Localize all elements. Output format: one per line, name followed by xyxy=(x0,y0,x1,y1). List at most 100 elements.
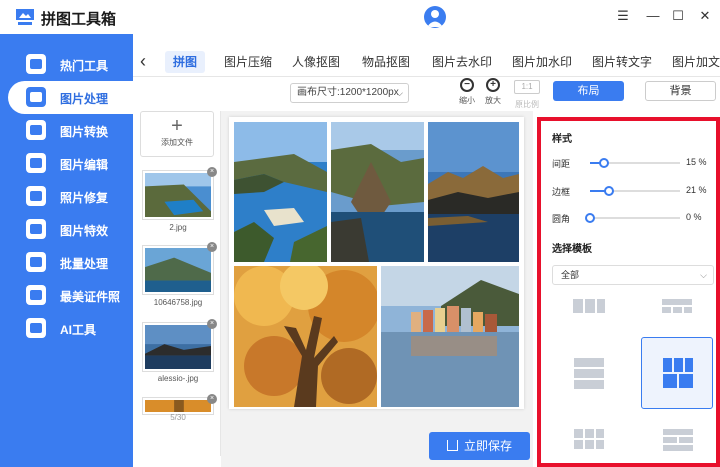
sidebar-item-hot-tools[interactable]: 热门工具 xyxy=(0,48,133,81)
sidebar-item-image-effects[interactable]: 图片特效 xyxy=(0,213,133,246)
template-option-4-selected[interactable] xyxy=(641,337,713,409)
page-total: 30 xyxy=(176,413,186,422)
border-value-number: 21 xyxy=(686,185,697,195)
collage-photo-mountain[interactable] xyxy=(428,122,519,262)
zoom-in-button[interactable]: + 放大 xyxy=(481,78,505,106)
close-icon[interactable]: ✕ xyxy=(697,8,713,24)
border-slider[interactable] xyxy=(590,186,680,196)
corner-radius-slider[interactable] xyxy=(585,213,680,223)
zoom-out-label: 缩小 xyxy=(459,96,475,105)
spacing-label: 间距 xyxy=(552,159,571,169)
canvas-size-select[interactable]: 画布尺寸:1200*1200px ⌵ xyxy=(290,83,409,103)
tab-collage[interactable]: 拼图 xyxy=(165,51,206,73)
template-option-3[interactable] xyxy=(552,337,624,409)
template-title: 选择模板 xyxy=(552,244,592,255)
zoom-out-icon: − xyxy=(460,78,474,92)
tab-add-text[interactable]: 图片加文 xyxy=(672,51,720,73)
autumn-thumbnail-image xyxy=(145,400,211,412)
spacing-value-unit: % xyxy=(698,157,707,167)
background-button[interactable]: 背景 xyxy=(645,81,716,101)
corner-radius-value-unit: % xyxy=(693,212,702,222)
sidebar-item-label: 批量处理 xyxy=(60,257,109,271)
file-thumbnail[interactable]: × xyxy=(142,167,217,220)
collage-photo-autumn-tree[interactable] xyxy=(234,266,377,407)
cliffs-image xyxy=(331,122,424,262)
app-logo-icon xyxy=(16,9,34,25)
style-title: 样式 xyxy=(552,134,572,145)
remove-file-icon[interactable]: × xyxy=(207,167,217,177)
corner-radius-label: 圆角 xyxy=(552,214,571,224)
id-photo-icon xyxy=(26,285,46,305)
spacing-slider-handle[interactable] xyxy=(599,158,609,168)
ai-icon xyxy=(26,318,46,338)
image-effects-icon xyxy=(26,219,46,239)
template-filter-select[interactable]: 全部 ⌵ xyxy=(552,265,714,285)
spacing-value-number: 15 xyxy=(686,157,697,167)
menu-icon[interactable]: ☰ xyxy=(615,8,631,24)
user-avatar[interactable] xyxy=(424,6,446,28)
title-bar: 拼图工具箱 ☰ — ☐ ✕ xyxy=(0,0,720,34)
sidebar-item-label: 图片特效 xyxy=(60,224,109,238)
original-ratio-label: 原比例 xyxy=(515,100,539,109)
template-filter-value: 全部 xyxy=(561,270,580,280)
sidebar-item-ai-tools[interactable]: AI工具 xyxy=(0,312,133,345)
tab-divider xyxy=(133,76,720,77)
sidebar-item-id-photo[interactable]: 最美证件照 xyxy=(0,279,133,312)
plus-icon: + xyxy=(171,115,183,137)
file-name: alessio-.jpg xyxy=(157,374,199,383)
tab-image-to-text[interactable]: 图片转文字 xyxy=(592,51,652,73)
photo-repair-icon xyxy=(26,186,46,206)
remove-file-icon[interactable]: × xyxy=(207,394,217,404)
tab-portrait-cutout[interactable]: 人像抠图 xyxy=(292,51,340,73)
border-label: 边框 xyxy=(552,187,571,197)
file-thumbnail[interactable]: × xyxy=(142,242,217,295)
image-convert-icon xyxy=(26,120,46,140)
minimize-icon[interactable]: — xyxy=(645,8,661,24)
save-button[interactable]: 立即保存 xyxy=(429,432,530,460)
tab-add-watermark[interactable]: 图片加水印 xyxy=(512,51,572,73)
collage-photo-harbor[interactable] xyxy=(381,266,519,407)
sidebar-item-label: 照片修复 xyxy=(60,191,109,205)
corner-radius-value-number: 0 xyxy=(686,212,692,222)
template-option-5[interactable] xyxy=(552,418,624,458)
zoom-in-icon: + xyxy=(486,78,500,92)
sidebar-item-label: 图片转换 xyxy=(60,125,109,139)
spacing-slider[interactable] xyxy=(590,158,680,168)
file-name: 10646758.jpg xyxy=(153,298,203,307)
sidebar-item-batch[interactable]: 批量处理 xyxy=(0,246,133,279)
original-ratio-button[interactable]: 1:1 xyxy=(514,80,540,94)
corner-radius-value: 0 % xyxy=(686,212,702,222)
mountain-image xyxy=(428,122,519,262)
file-page-count: 5/30 xyxy=(170,413,186,422)
file-thumbnail[interactable]: × xyxy=(142,319,217,372)
collage-photo-cliffs[interactable] xyxy=(331,122,424,262)
collage-photo-coast[interactable] xyxy=(234,122,327,262)
tab-object-cutout[interactable]: 物品抠图 xyxy=(362,51,410,73)
template-option-2[interactable] xyxy=(641,292,713,322)
zoom-out-button[interactable]: − 缩小 xyxy=(455,78,479,106)
canvas-size-value: 画布尺寸:1200*1200px xyxy=(297,87,399,98)
collage-canvas[interactable] xyxy=(229,117,524,409)
corner-radius-slider-handle[interactable] xyxy=(585,213,595,223)
tab-remove-watermark[interactable]: 图片去水印 xyxy=(432,51,492,73)
add-file-button[interactable]: + 添加文件 xyxy=(140,111,214,157)
maximize-icon[interactable]: ☐ xyxy=(670,8,686,24)
coast-image xyxy=(234,122,327,262)
sidebar-item-image-edit[interactable]: 图片编辑 xyxy=(0,147,133,180)
remove-file-icon[interactable]: × xyxy=(207,242,217,252)
page-current: 5 xyxy=(170,413,175,422)
coast-thumbnail-image xyxy=(145,173,211,217)
app-title: 拼图工具箱 xyxy=(41,11,117,28)
sidebar-item-image-process[interactable]: 图片处理 xyxy=(8,81,133,114)
tab-compress[interactable]: 图片压缩 xyxy=(224,51,272,73)
sidebar-item-image-convert[interactable]: 图片转换 xyxy=(0,114,133,147)
remove-file-icon[interactable]: × xyxy=(207,319,217,329)
layout-button[interactable]: 布局 xyxy=(553,81,624,101)
back-chevron-icon[interactable]: ‹ xyxy=(140,51,156,71)
border-slider-handle[interactable] xyxy=(604,186,614,196)
download-icon xyxy=(446,440,458,451)
template-option-6[interactable] xyxy=(641,418,713,458)
sidebar-item-photo-repair[interactable]: 照片修复 xyxy=(0,180,133,213)
autumn-tree-image xyxy=(234,266,377,407)
template-option-1[interactable] xyxy=(552,292,624,322)
